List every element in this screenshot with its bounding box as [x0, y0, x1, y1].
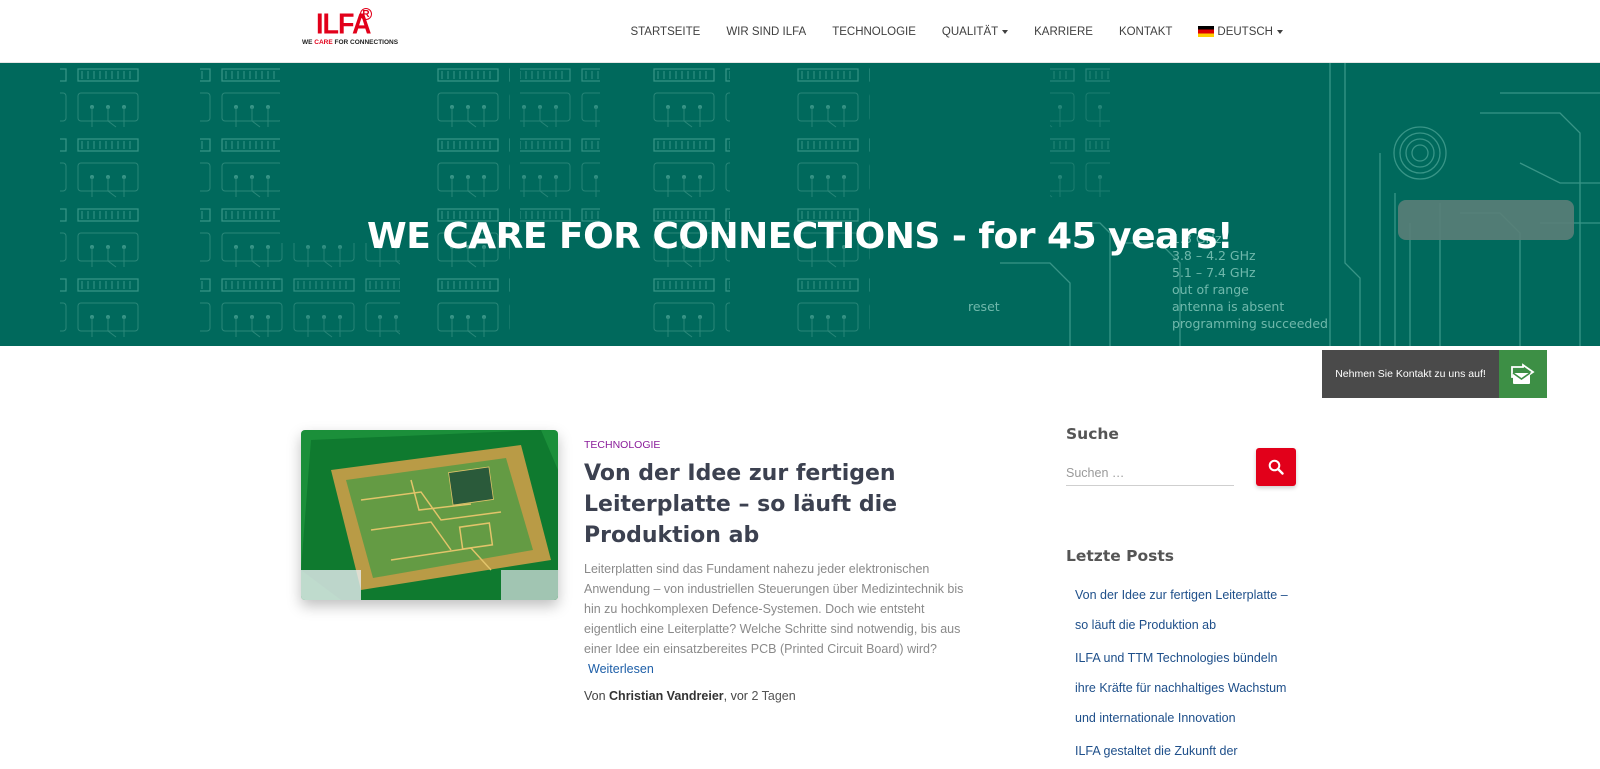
recent-post-link[interactable]: Von der Idee zur fertigen Leiterplatte –… [1075, 580, 1300, 640]
contact-tab[interactable]: Nehmen Sie Kontakt zu uns auf! [1322, 350, 1547, 398]
article-thumbnail[interactable] [301, 430, 558, 600]
circuit-board-background: 1.8 GHz 3.8 – 4.2 GHz 5.1 – 7.4 GHz out … [0, 63, 1600, 346]
pcb-photo [301, 430, 558, 600]
logo-tagline: WE CARE FOR CONNECTIONS [302, 39, 399, 46]
nav-technologie[interactable]: TECHNOLOGIE [832, 26, 916, 38]
logo-registered-mark: R [360, 8, 372, 20]
main-navigation: STARTSEITE WIR SIND ILFA TECHNOLOGIE QUA… [604, 0, 1283, 63]
nav-language-select[interactable]: DEUTSCH [1198, 26, 1283, 38]
board-label-6: programming succeeded [1172, 316, 1328, 331]
search-button[interactable] [1256, 448, 1296, 486]
recent-posts-list: Von der Idee zur fertigen Leiterplatte –… [1075, 580, 1300, 769]
article-title[interactable]: Von der Idee zur fertigen Leiterplatte –… [584, 458, 924, 551]
nav-karriere[interactable]: KARRIERE [1034, 26, 1093, 38]
read-more-link[interactable]: Weiterlesen [588, 662, 654, 676]
article-author[interactable]: Christian Vandreier [609, 689, 724, 703]
article-category[interactable]: TECHNOLOGIE [584, 439, 660, 451]
caret-down-icon [1002, 29, 1009, 34]
article-byline: Von Christian Vandreier, vor 2 Tagen [584, 689, 796, 703]
search-heading: Suche [1066, 425, 1119, 443]
article-excerpt-text: Leiterplatten sind das Fundament nahezu … [584, 562, 964, 656]
nav-startseite[interactable]: STARTSEITE [630, 26, 700, 38]
search-input[interactable] [1066, 460, 1234, 486]
nav-qualitaet-label: QUALITÄT [941, 25, 999, 38]
ilfa-logo[interactable]: ILFA R WE CARE FOR CONNECTIONS [302, 8, 398, 50]
board-label-4: out of range [1172, 282, 1249, 297]
nav-language-label: DEUTSCH [1217, 25, 1273, 38]
article-date[interactable]: 2 Tagen [751, 689, 795, 703]
site-header: ILFA R WE CARE FOR CONNECTIONS STARTSEIT… [0, 0, 1600, 63]
german-flag-icon [1198, 26, 1215, 37]
recent-post-link[interactable]: ILFA und TTM Technologies bündeln ihre K… [1075, 643, 1300, 733]
nav-qualitaet[interactable]: QUALITÄT [941, 25, 1009, 38]
nav-kontakt[interactable]: KONTAKT [1119, 26, 1172, 38]
hero-banner: 1.8 GHz 3.8 – 4.2 GHz 5.1 – 7.4 GHz out … [0, 63, 1600, 346]
caret-down-icon [1277, 29, 1283, 34]
board-label-3: 5.1 – 7.4 GHz [1172, 265, 1256, 280]
hero-title: WE CARE FOR CONNECTIONS - for 45 years! [367, 216, 1233, 257]
recent-posts-heading: Letzte Posts [1066, 547, 1175, 565]
article-excerpt: Leiterplatten sind das Fundament nahezu … [584, 559, 964, 679]
board-label-7: reset [968, 299, 1000, 314]
recent-post-link[interactable]: ILFA gestaltet die Zukunft der [1075, 736, 1300, 766]
search-icon [1268, 459, 1284, 475]
contact-mail-icon [1499, 350, 1547, 398]
contact-tab-label: Nehmen Sie Kontakt zu uns auf! [1322, 350, 1499, 398]
nav-wir-sind-ilfa[interactable]: WIR SIND ILFA [726, 26, 806, 38]
board-label-5: antenna is absent [1172, 299, 1284, 314]
